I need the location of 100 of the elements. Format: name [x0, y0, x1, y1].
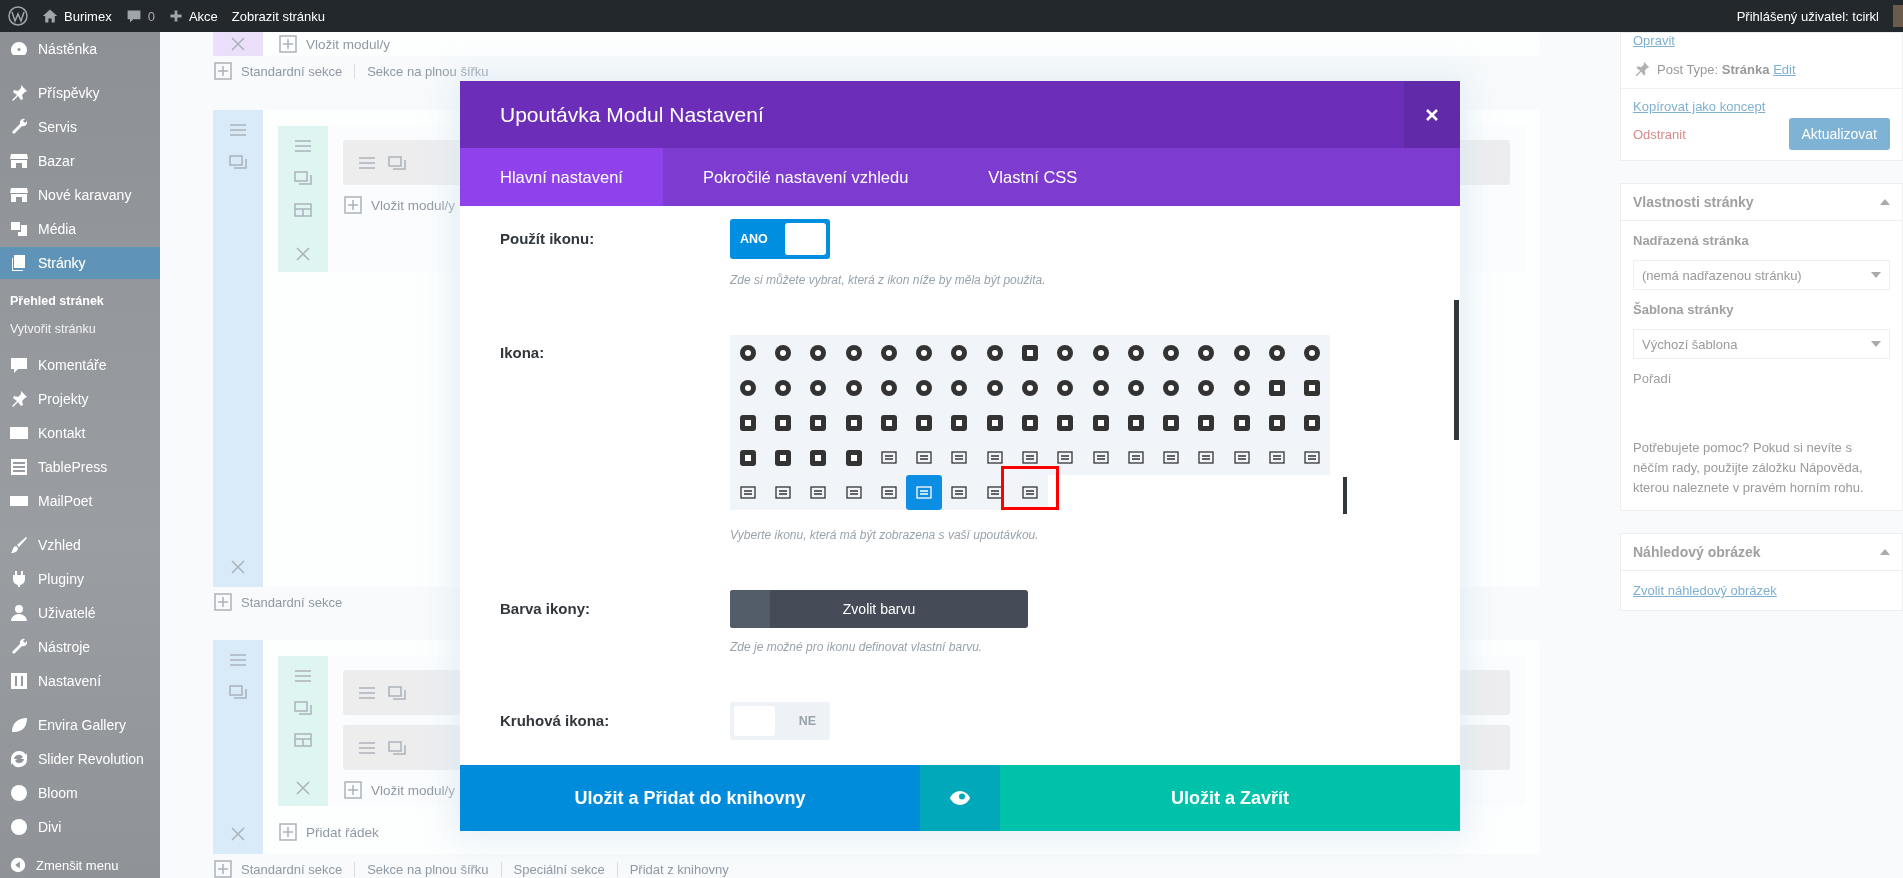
sidebar-item[interactable]: Stránky	[0, 247, 160, 279]
square-badge-icon	[1091, 413, 1110, 432]
outline-icon	[915, 448, 934, 467]
sidebar-item[interactable]: Příspěvky	[0, 76, 160, 110]
setting-label: Ikona:	[500, 343, 546, 363]
save-to-library-button[interactable]: Uložit a Přidat do knihovny	[460, 765, 920, 831]
refresh-icon	[9, 749, 29, 769]
color-picker-button[interactable]: Zvolit barvu	[730, 590, 1028, 628]
select-field[interactable]: (nemá nadřazenou stránku)	[1633, 260, 1890, 290]
scrollbar[interactable]	[1454, 300, 1459, 440]
edit-link[interactable]: Edit	[1773, 61, 1796, 77]
copy-draft-link[interactable]: Kopírovat jako koncept	[1633, 99, 1890, 114]
square-badge-icon	[1268, 378, 1287, 397]
square-badge-icon	[1232, 413, 1251, 432]
square-badge-icon	[809, 413, 828, 432]
round-badge-icon	[915, 343, 934, 362]
user-greeting[interactable]: Přihlášený uživatel: tcirkl	[1736, 8, 1879, 24]
round-badge-icon	[1197, 378, 1216, 397]
submenu-item[interactable]: Přehled stránek	[0, 287, 160, 315]
store-icon	[9, 185, 29, 205]
square-badge-icon	[985, 413, 1004, 432]
sidebar-item[interactable]: Nástěnka	[0, 32, 160, 66]
box-title: Náhledový obrázek	[1633, 544, 1761, 560]
collapse-menu-button[interactable]: Zmenšit menu	[0, 850, 160, 878]
outline-icon	[844, 483, 863, 502]
sidebar-item[interactable]: Envira Gallery	[0, 708, 160, 742]
sidebar-item[interactable]: Kontakt	[0, 416, 160, 450]
sidebar-item[interactable]: Vzhled	[0, 528, 160, 562]
outline-icon	[1021, 448, 1039, 467]
add-section-link[interactable]: Sekce na plnou šířku	[354, 861, 501, 877]
sidebar-item[interactable]: Nové karavany	[0, 178, 160, 212]
sidebar-item[interactable]: Uživatelé	[0, 596, 160, 630]
section-handle[interactable]	[213, 32, 263, 56]
round-badge-icon	[879, 378, 898, 397]
sidebar-item[interactable]: MailPoet	[0, 484, 160, 518]
round-badge-icon	[1232, 378, 1251, 397]
insert-module-link[interactable]: Vložit modul/y	[306, 36, 391, 52]
square-badge-icon	[1021, 343, 1039, 362]
submenu-item[interactable]: Vytvořit stránku	[0, 315, 160, 343]
collapse-arrow-icon	[9, 856, 27, 874]
close-button[interactable]	[1404, 81, 1460, 148]
box-title: Vlastnosti stránky	[1633, 194, 1754, 210]
sidebar-item[interactable]: Divi	[0, 810, 160, 844]
delete-link[interactable]: Odstranit	[1633, 126, 1686, 142]
add-section-link[interactable]: Standardní sekce	[233, 861, 355, 877]
tab[interactable]: Hlavní nastavení	[460, 148, 663, 206]
tab[interactable]: Pokročilé nastavení vzhledu	[662, 148, 949, 206]
sidebar-item[interactable]: Média	[0, 212, 160, 246]
round-badge-icon	[738, 343, 757, 362]
round-badge-icon	[950, 378, 969, 397]
square-badge-icon	[844, 448, 863, 467]
sidebar-item[interactable]: Komentáře	[0, 348, 160, 382]
round-badge-icon	[738, 378, 757, 397]
new-link[interactable]: Akce	[168, 8, 218, 24]
media-icon	[9, 219, 29, 239]
update-button[interactable]: Aktualizovat	[1788, 118, 1890, 150]
square-badge-icon	[1197, 413, 1216, 432]
add-section-link[interactable]: Přidat z knihovny	[616, 861, 741, 877]
add-section-link[interactable]: Speciální sekce	[500, 861, 617, 877]
outline-icon	[738, 483, 757, 502]
round-badge-icon	[985, 343, 1004, 362]
round-badge-icon	[1021, 378, 1039, 397]
comments-link[interactable]: 0	[125, 8, 155, 24]
sidebar-item[interactable]: Projekty	[0, 382, 160, 416]
insert-module-link[interactable]: Vložit modul/y	[371, 782, 456, 798]
outline-icon	[915, 483, 934, 502]
square-badge-icon	[773, 448, 792, 467]
add-section-link[interactable]: Standardní sekce	[233, 63, 355, 79]
logo-icon[interactable]	[8, 6, 28, 26]
sidebar-item[interactable]: Servis	[0, 110, 160, 144]
round-badge-icon	[809, 343, 828, 362]
view-page-link[interactable]: Zobrazit stránku	[231, 8, 326, 24]
scrollbar[interactable]	[1343, 477, 1347, 514]
sidebar-item[interactable]: Pluginy	[0, 562, 160, 596]
outline-icon	[809, 483, 828, 502]
add-row-link[interactable]: Přidat řádek	[306, 824, 379, 840]
sidebar-item[interactable]: Nastavení	[0, 664, 160, 698]
preview-button[interactable]	[920, 765, 1000, 831]
sidebar-item[interactable]: Bazar	[0, 144, 160, 178]
round-badge-icon	[1162, 378, 1181, 397]
outline-icon	[1197, 448, 1216, 467]
add-section-link[interactable]: Sekce na plnou šířku	[354, 63, 501, 79]
sidebar-item[interactable]: Nástroje	[0, 630, 160, 664]
select-field[interactable]: Výchozí šablona	[1633, 329, 1890, 359]
toggle-switch[interactable]: NE	[730, 702, 830, 740]
add-section-link[interactable]: Standardní sekce	[233, 594, 355, 610]
sidebar-item[interactable]: TablePress	[0, 450, 160, 484]
toggle-switch[interactable]: ANO	[730, 219, 830, 259]
outline-icon	[950, 448, 969, 467]
save-and-close-button[interactable]: Uložit a Zavřít	[1000, 765, 1460, 831]
insert-module-link[interactable]: Vložit modul/y	[371, 197, 456, 213]
thumbnail-link[interactable]: Zvolit náhledový obrázek	[1633, 583, 1890, 598]
sidebar-item[interactable]: Bloom	[0, 776, 160, 810]
site-link[interactable]: Burimex	[42, 8, 112, 24]
round-badge-icon	[1162, 343, 1181, 362]
sidebar-item[interactable]: Slider Revolution	[0, 742, 160, 776]
edit-link[interactable]: Opravit	[1633, 33, 1890, 48]
outline-icon	[1162, 448, 1181, 467]
tab[interactable]: Vlastní CSS	[948, 148, 1118, 206]
outline-icon	[1126, 448, 1145, 467]
